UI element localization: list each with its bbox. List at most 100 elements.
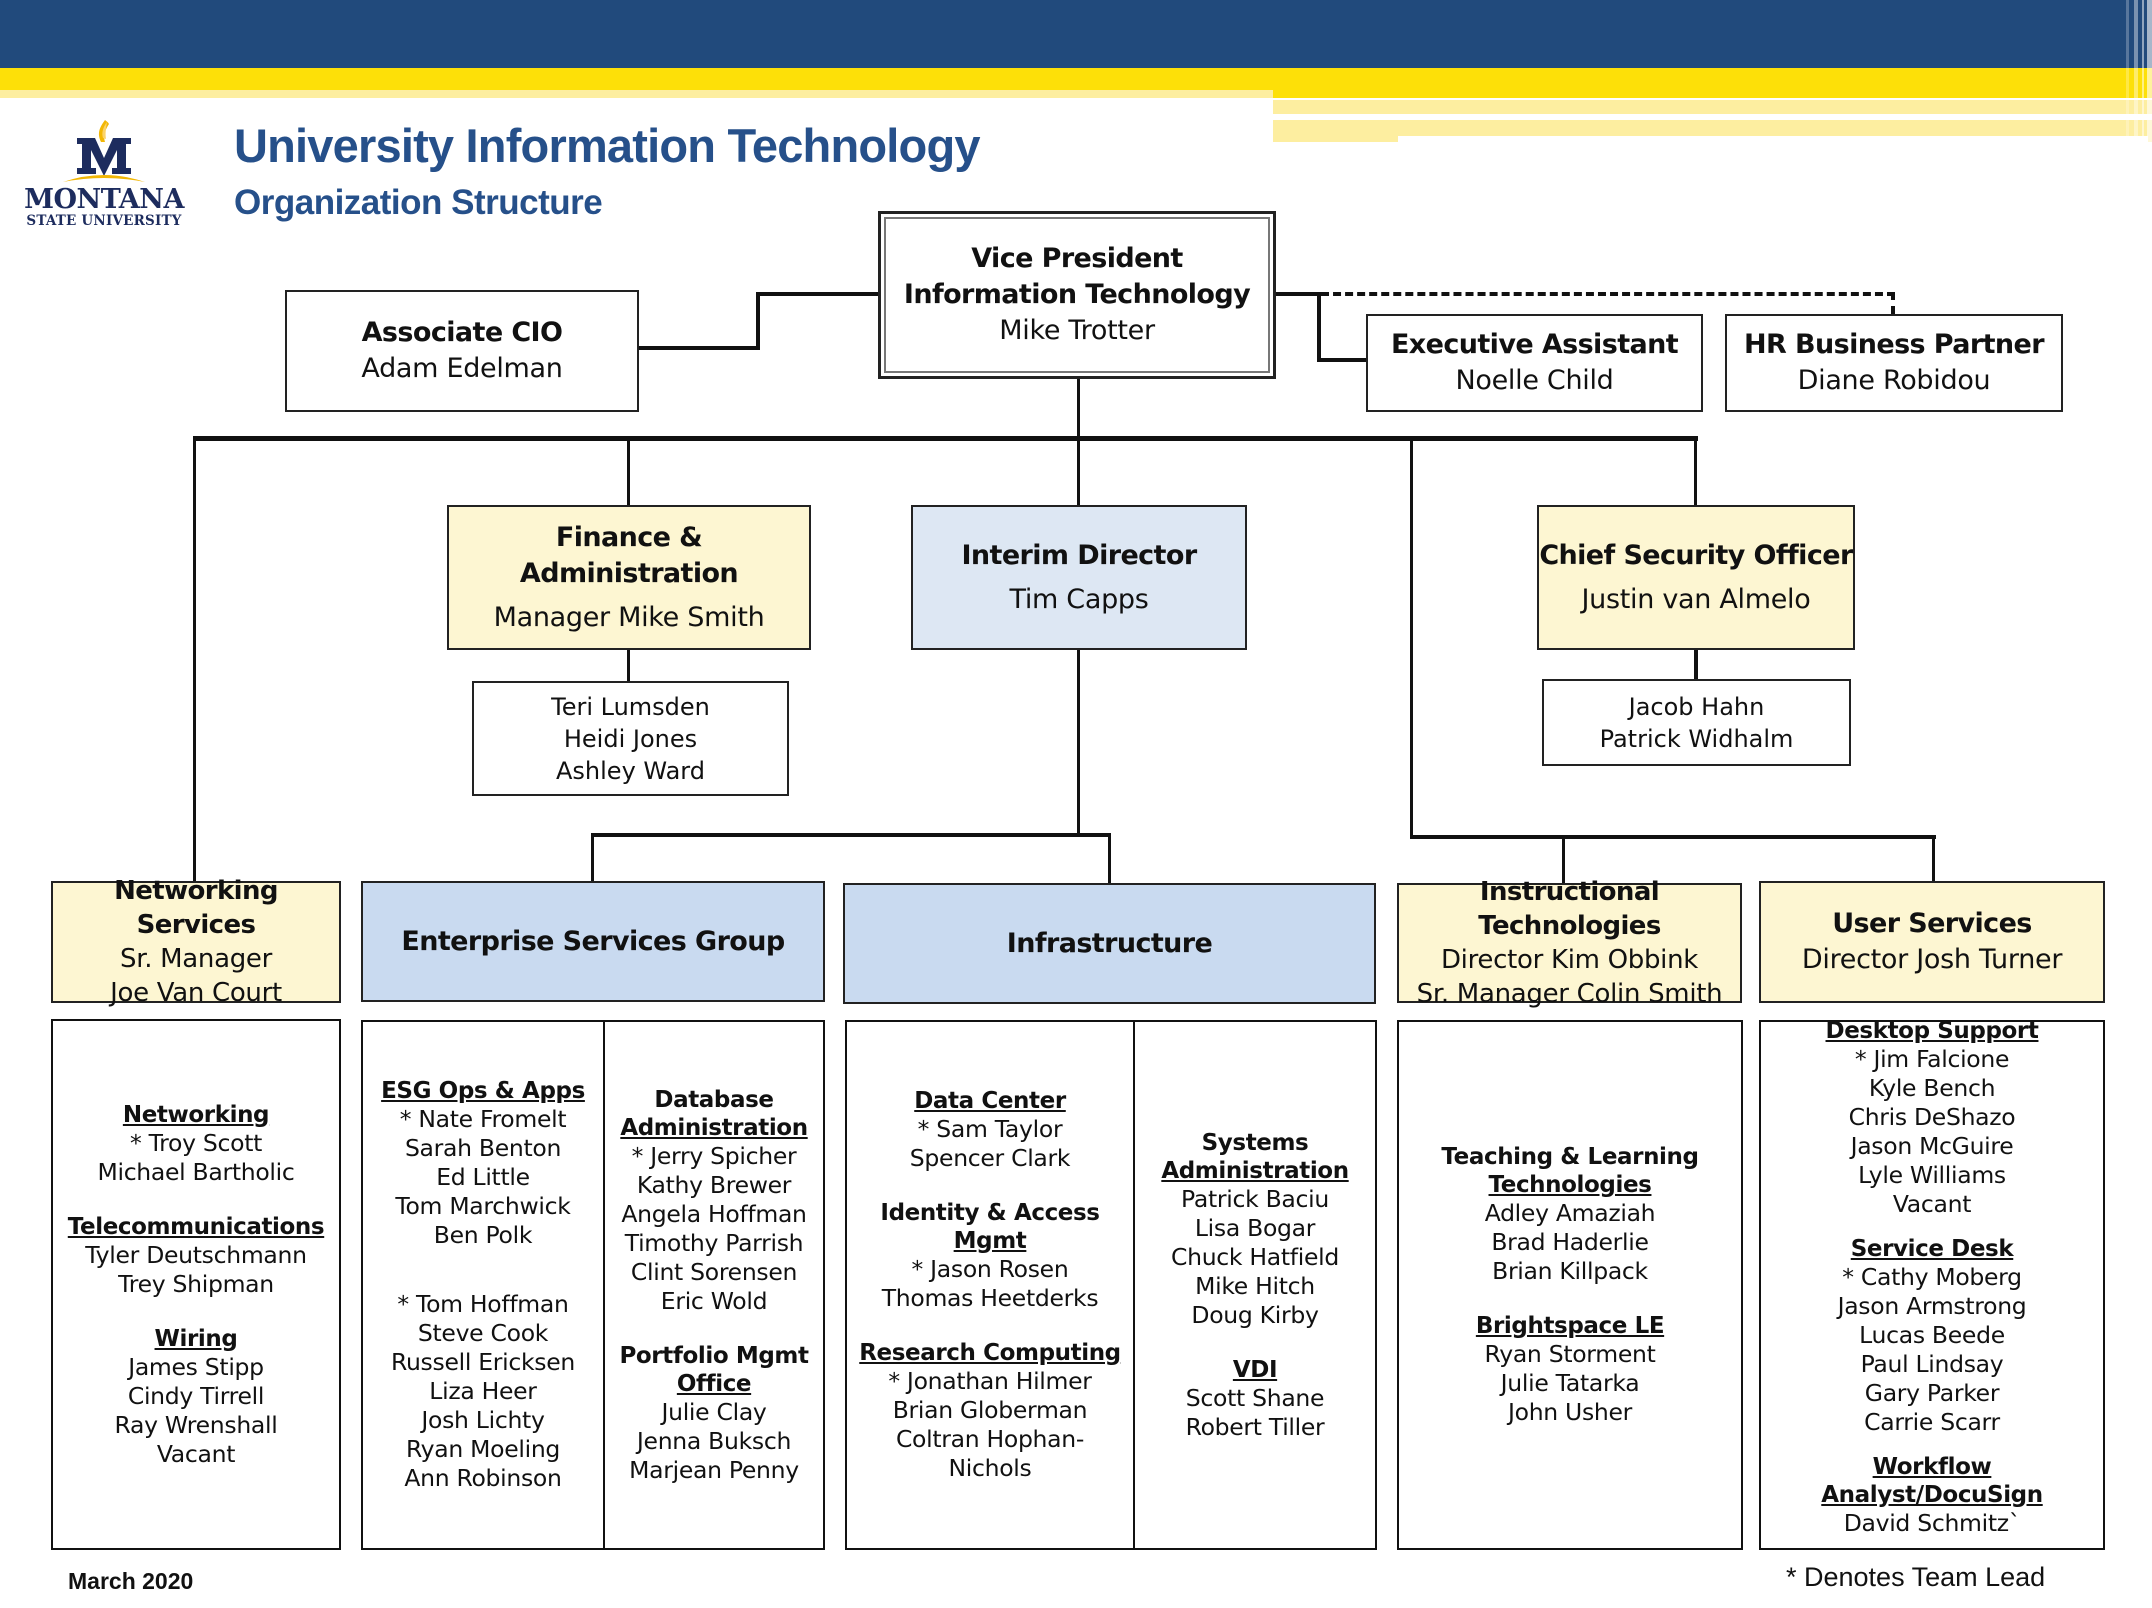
team-column: Desktop Support * Jim Falcione Kyle Bench C… <box>1761 1018 2103 1548</box>
team-heading-row: Data Center <box>910 1087 1070 1115</box>
hr-business-partner-box[interactable]: HR Business Partner Diane Robidou <box>1725 314 2063 412</box>
team-group: Wiring James Stipp Cindy Tirrell Ray Wrensh… <box>115 1325 278 1469</box>
team-group: Teaching & Learning Technologies Adley Ama… <box>1441 1143 1699 1286</box>
team-column: Database Administration * Jerry Spicher Kat… <box>603 1022 823 1548</box>
finance-admin-box[interactable]: Finance & Administration Manager Mike Sm… <box>447 505 811 650</box>
team-column: Networking * Troy Scott Michael Bartholic T… <box>53 1021 339 1548</box>
instructional-technologies-title: Instructional Technologies <box>1478 877 1661 941</box>
team-heading: Brightspace LE <box>1475 1313 1665 1339</box>
team-member: * Jonathan Hilmer <box>888 1367 1092 1395</box>
team-heading-row: Telecommunications <box>67 1213 325 1241</box>
team-member: Adley Amaziah <box>1484 1199 1656 1227</box>
networking-services-box[interactable]: Networking Services Sr. Manager Joe Van … <box>51 876 341 1008</box>
connector-line <box>756 292 760 350</box>
interim-director-name: Tim Capps <box>1009 583 1149 615</box>
team-member: David Schmitz` <box>1843 1508 2021 1537</box>
connector-line <box>1077 378 1080 505</box>
team-member: Russell Ericksen <box>390 1348 575 1376</box>
team-member: Clint Sorensen <box>630 1257 798 1286</box>
esg-title: Enterprise Services Group <box>401 925 785 957</box>
team-group: Service Desk * Cathy Moberg Jason Armstron… <box>1838 1235 2027 1437</box>
team-heading: Data Center <box>914 1088 1066 1114</box>
team-group: Database Administration * Jerry Spicher Kat… <box>620 1086 808 1316</box>
team-member: Lucas Beede <box>1859 1320 2005 1349</box>
connector-line <box>638 346 760 350</box>
header-band-gap <box>1398 114 1748 120</box>
executive-assistant-box[interactable]: Executive Assistant Noelle Child <box>1366 314 1703 412</box>
team-member: Lisa Bogar <box>1194 1213 1316 1242</box>
header-band-blue <box>0 0 2152 68</box>
team-heading: Teaching & Learning <box>1441 1144 1699 1170</box>
team-member: * Cathy Moberg <box>1842 1262 2022 1291</box>
team-member: Thomas Heetderks <box>881 1284 1099 1312</box>
connector-line <box>627 649 630 681</box>
team-heading: Workflow Analyst/DocuSign <box>1821 1453 2043 1508</box>
team-member: Brad Haderlie <box>1491 1228 1649 1256</box>
finance-admin-title: Finance & Administration <box>519 521 739 589</box>
team-member: * Nate Fromelt <box>399 1105 567 1133</box>
team-member: Jason Armstrong <box>1837 1291 2027 1320</box>
team-member: Kathy Brewer <box>636 1170 792 1199</box>
infrastructure-box[interactable]: Infrastructure <box>843 883 1376 1004</box>
team-group: Research Computing * Jonathan Hilmer Brian… <box>859 1339 1121 1483</box>
team-member: Cindy Tirrell <box>127 1381 265 1410</box>
connector-line <box>1410 436 1413 839</box>
team-group: Desktop Support * Jim Falcione Kyle Bench C… <box>1826 1017 2039 1219</box>
team-member: Ryan Storment <box>1484 1340 1656 1368</box>
connector-line <box>1317 358 1367 362</box>
team-member: Jenna Buksch <box>636 1426 792 1455</box>
team-member: Sarah Benton <box>404 1134 562 1162</box>
esg-teams-box: ESG Ops & Apps * Nate Fromelt Sarah Benton… <box>361 1020 825 1550</box>
dotted-connector-line <box>1321 292 1895 296</box>
user-services-box[interactable]: User Services Director Josh Turner <box>1759 881 2105 1003</box>
executive-assistant-title: Executive Assistant <box>1390 329 1679 360</box>
team-heading: Telecommunications <box>67 1213 325 1240</box>
user-services-title: User Services <box>1832 908 2032 939</box>
cso-staff-member: Jacob Hahn <box>1628 692 1765 721</box>
team-heading-row: Service Desk <box>1838 1235 2027 1263</box>
team-column: Teaching & Learning Technologies Adley Ama… <box>1399 1022 1741 1548</box>
instructional-technologies-box[interactable]: Instructional Technologies Director Kim … <box>1397 877 1742 1009</box>
connector-line <box>1694 649 1698 679</box>
vp-box[interactable]: Vice President Information Technology Mi… <box>878 211 1276 379</box>
finance-staff-member: Teri Lumsden <box>551 692 710 721</box>
team-heading: Networking <box>122 1101 270 1128</box>
team-member: Michael Bartholic <box>97 1157 295 1186</box>
associate-cio-box[interactable]: Associate CIO Adam Edelman <box>285 290 639 412</box>
header-band-pale <box>0 90 1273 98</box>
connector-line <box>756 292 880 296</box>
networking-services-line1: Sr. Manager <box>119 944 272 974</box>
connector-line <box>193 436 196 881</box>
connector-line <box>193 436 1698 441</box>
team-member: Eric Wold <box>660 1286 768 1315</box>
vp-name: Mike Trotter <box>999 315 1155 346</box>
team-heading: Wiring <box>154 1325 238 1352</box>
team-heading-row: ESG Ops & Apps <box>381 1077 585 1105</box>
networking-teams-box: Networking * Troy Scott Michael Bartholic T… <box>51 1019 341 1550</box>
team-member: Lyle Williams <box>1858 1160 2006 1189</box>
user-services-director: Director Josh Turner <box>1801 944 2063 975</box>
team-group: Brightspace LE Ryan Storment Julie Tatarka… <box>1475 1312 1665 1427</box>
esg-box[interactable]: Enterprise Services Group <box>361 881 825 1002</box>
interim-director-box[interactable]: Interim Director Tim Capps <box>911 505 1247 650</box>
interim-director-title: Interim Director <box>961 539 1197 571</box>
team-member: Nichols <box>948 1454 1032 1482</box>
team-member: Robert Tiller <box>1185 1412 1325 1441</box>
team-member: Scott Shane <box>1185 1383 1325 1412</box>
team-member: Jason McGuire <box>1850 1131 2014 1160</box>
team-heading-row: Administration <box>1161 1157 1349 1185</box>
connector-line <box>591 833 1111 837</box>
team-member: Josh Lichty <box>421 1406 545 1434</box>
team-member: Patrick Baciu <box>1181 1184 1329 1213</box>
msu-logo: MONTANA STATE UNIVERSITY <box>14 118 194 236</box>
user-services-teams-box: Desktop Support * Jim Falcione Kyle Bench C… <box>1759 1018 2105 1550</box>
team-heading: ESG Ops & Apps <box>381 1078 585 1104</box>
team-heading-row: Desktop Support <box>1826 1017 2039 1045</box>
team-member: Ryan Moeling <box>405 1435 561 1463</box>
team-member: Ben Polk <box>433 1221 533 1249</box>
cso-box[interactable]: Chief Security Officer Justin van Almelo <box>1537 505 1855 650</box>
hr-business-partner-title: HR Business Partner <box>1744 329 2045 360</box>
team-member: Brian Globerman <box>892 1396 1088 1424</box>
vp-title-line2: Information Technology <box>903 279 1251 310</box>
connector-line <box>627 436 630 505</box>
